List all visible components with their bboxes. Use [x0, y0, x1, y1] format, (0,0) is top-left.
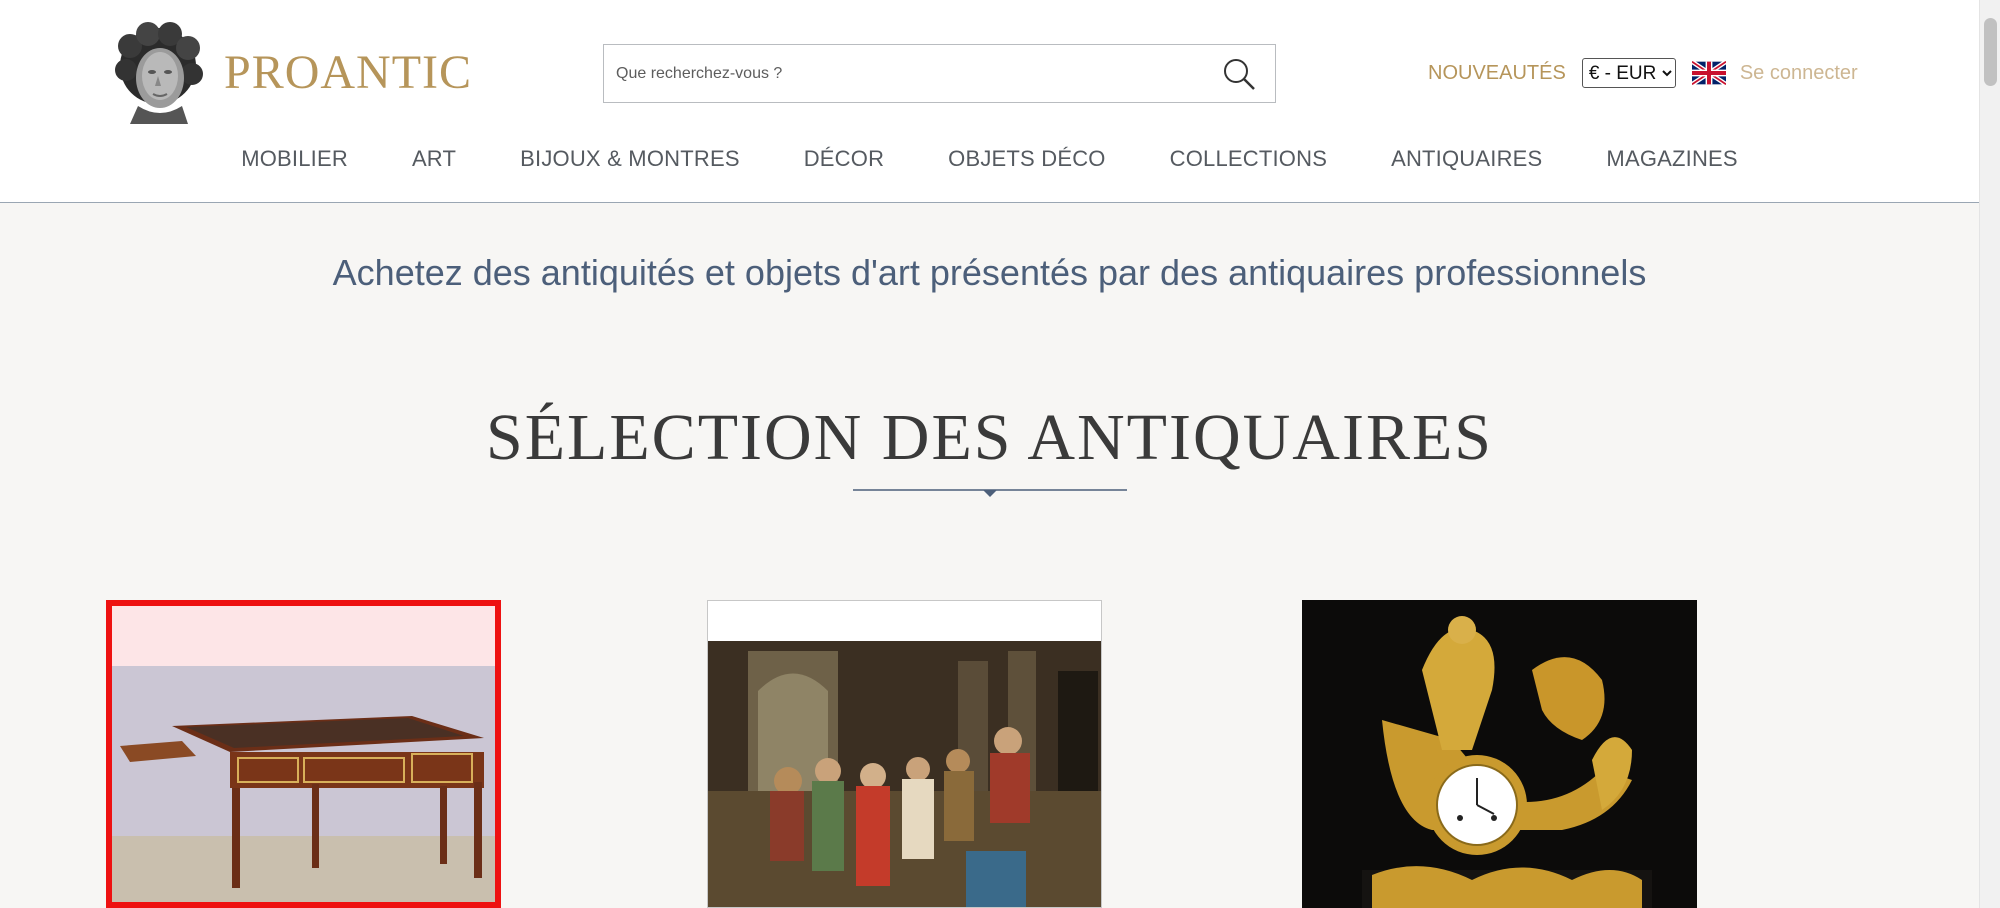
- painting-image: [708, 601, 1101, 907]
- nav-item-decor[interactable]: DÉCOR: [804, 146, 884, 172]
- nav-item-antiquaires[interactable]: ANTIQUAIRES: [1391, 146, 1542, 172]
- clock-image: [1302, 600, 1697, 908]
- main-nav: MOBILIER ART BIJOUX & MONTRES DÉCOR OBJE…: [0, 146, 1979, 172]
- nav-item-bijoux-montres[interactable]: BIJOUX & MONTRES: [520, 146, 740, 172]
- nav-item-mobilier[interactable]: MOBILIER: [241, 146, 348, 172]
- login-link[interactable]: Se connecter: [1740, 62, 1858, 85]
- product-card-painting[interactable]: [707, 600, 1102, 908]
- uk-flag-icon[interactable]: [1691, 61, 1726, 85]
- diamond-divider-icon: [853, 489, 1127, 497]
- search-input[interactable]: [604, 45, 1211, 102]
- section-title: SÉLECTION DES ANTIQUAIRES: [486, 401, 1493, 474]
- desk-image: [112, 606, 495, 902]
- page-tagline: Achetez des antiquités et objets d'art p…: [332, 252, 1647, 293]
- page-scrollbar[interactable]: [1979, 0, 2000, 908]
- product-card-clock[interactable]: [1302, 600, 1697, 908]
- nav-item-collections[interactable]: COLLECTIONS: [1170, 146, 1327, 172]
- nouveautes-link[interactable]: NOUVEAUTÉS: [1428, 62, 1566, 85]
- logo[interactable]: PROANTIC: [108, 20, 472, 124]
- nav-item-art[interactable]: ART: [412, 146, 456, 172]
- logo-text: PROANTIC: [224, 45, 473, 99]
- search-icon[interactable]: [1211, 46, 1267, 102]
- scrollbar-thumb[interactable]: [1984, 18, 1997, 86]
- currency-select[interactable]: € - EUR: [1581, 58, 1676, 88]
- product-card-desk[interactable]: [106, 600, 501, 908]
- header-actions: NOUVEAUTÉS € - EUR Se connecter: [1428, 56, 1858, 90]
- search-bar: [603, 44, 1276, 103]
- classical-bust-icon: [115, 22, 203, 124]
- nav-item-objets-deco[interactable]: OBJETS DÉCO: [948, 146, 1105, 172]
- site-header: PROANTIC NOUVEAUTÉS € - EUR Se connecter…: [0, 0, 1979, 203]
- nav-item-magazines[interactable]: MAGAZINES: [1606, 146, 1737, 172]
